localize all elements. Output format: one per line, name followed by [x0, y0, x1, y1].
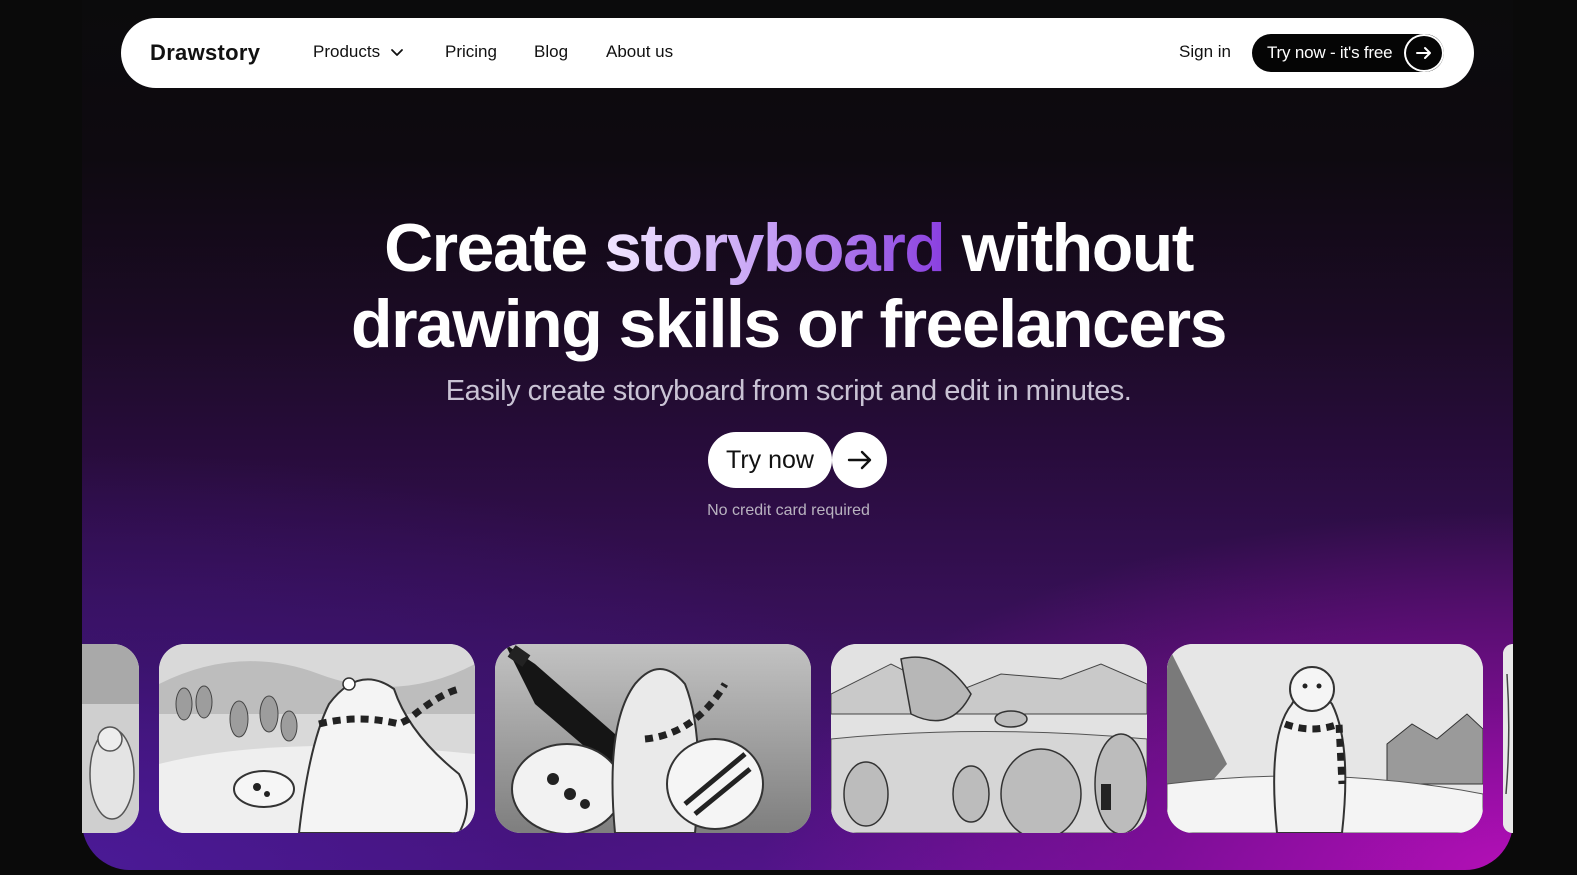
headline-line-2: drawing skills or freelancers — [351, 286, 1227, 362]
arrow-right-icon[interactable] — [832, 432, 887, 488]
no-credit-card-note: No credit card required — [707, 502, 870, 519]
logo[interactable]: Drawstory — [150, 40, 260, 66]
storyboard-image — [159, 644, 475, 833]
headline-line-1: Create storyboard without — [0, 210, 1577, 286]
storyboard-image — [1167, 644, 1483, 833]
nav-products[interactable]: Products — [313, 42, 404, 62]
hero-headline: Create storyboard without drawing skills… — [0, 210, 1577, 362]
storyboard-image — [495, 644, 811, 833]
try-free-label: Try now - it's free — [1267, 43, 1393, 62]
try-now-button[interactable]: Try now — [708, 432, 887, 488]
top-nav: Drawstory Products Pricing Blog About us… — [121, 18, 1474, 88]
headline-part-1: Create — [384, 210, 605, 286]
hero-subtitle: Easily create storyboard from script and… — [445, 375, 1132, 407]
nav-pricing[interactable]: Pricing — [445, 42, 497, 62]
nav-about[interactable]: About us — [606, 42, 673, 62]
nav-products-label: Products — [313, 42, 381, 61]
arrow-right-icon[interactable] — [1404, 34, 1444, 72]
headline-part-2: without — [944, 210, 1195, 286]
headline-accent: storyboard — [604, 210, 946, 286]
nav-blog[interactable]: Blog — [534, 42, 568, 62]
storyboard-image — [831, 644, 1147, 833]
storyboard-image — [1503, 644, 1513, 833]
chevron-down-icon — [391, 49, 403, 56]
try-free-button[interactable]: Try now - it's free — [1252, 34, 1444, 72]
storyboard-image — [82, 644, 139, 833]
try-now-label[interactable]: Try now — [708, 432, 832, 488]
sign-in-link[interactable]: Sign in — [1179, 42, 1231, 62]
